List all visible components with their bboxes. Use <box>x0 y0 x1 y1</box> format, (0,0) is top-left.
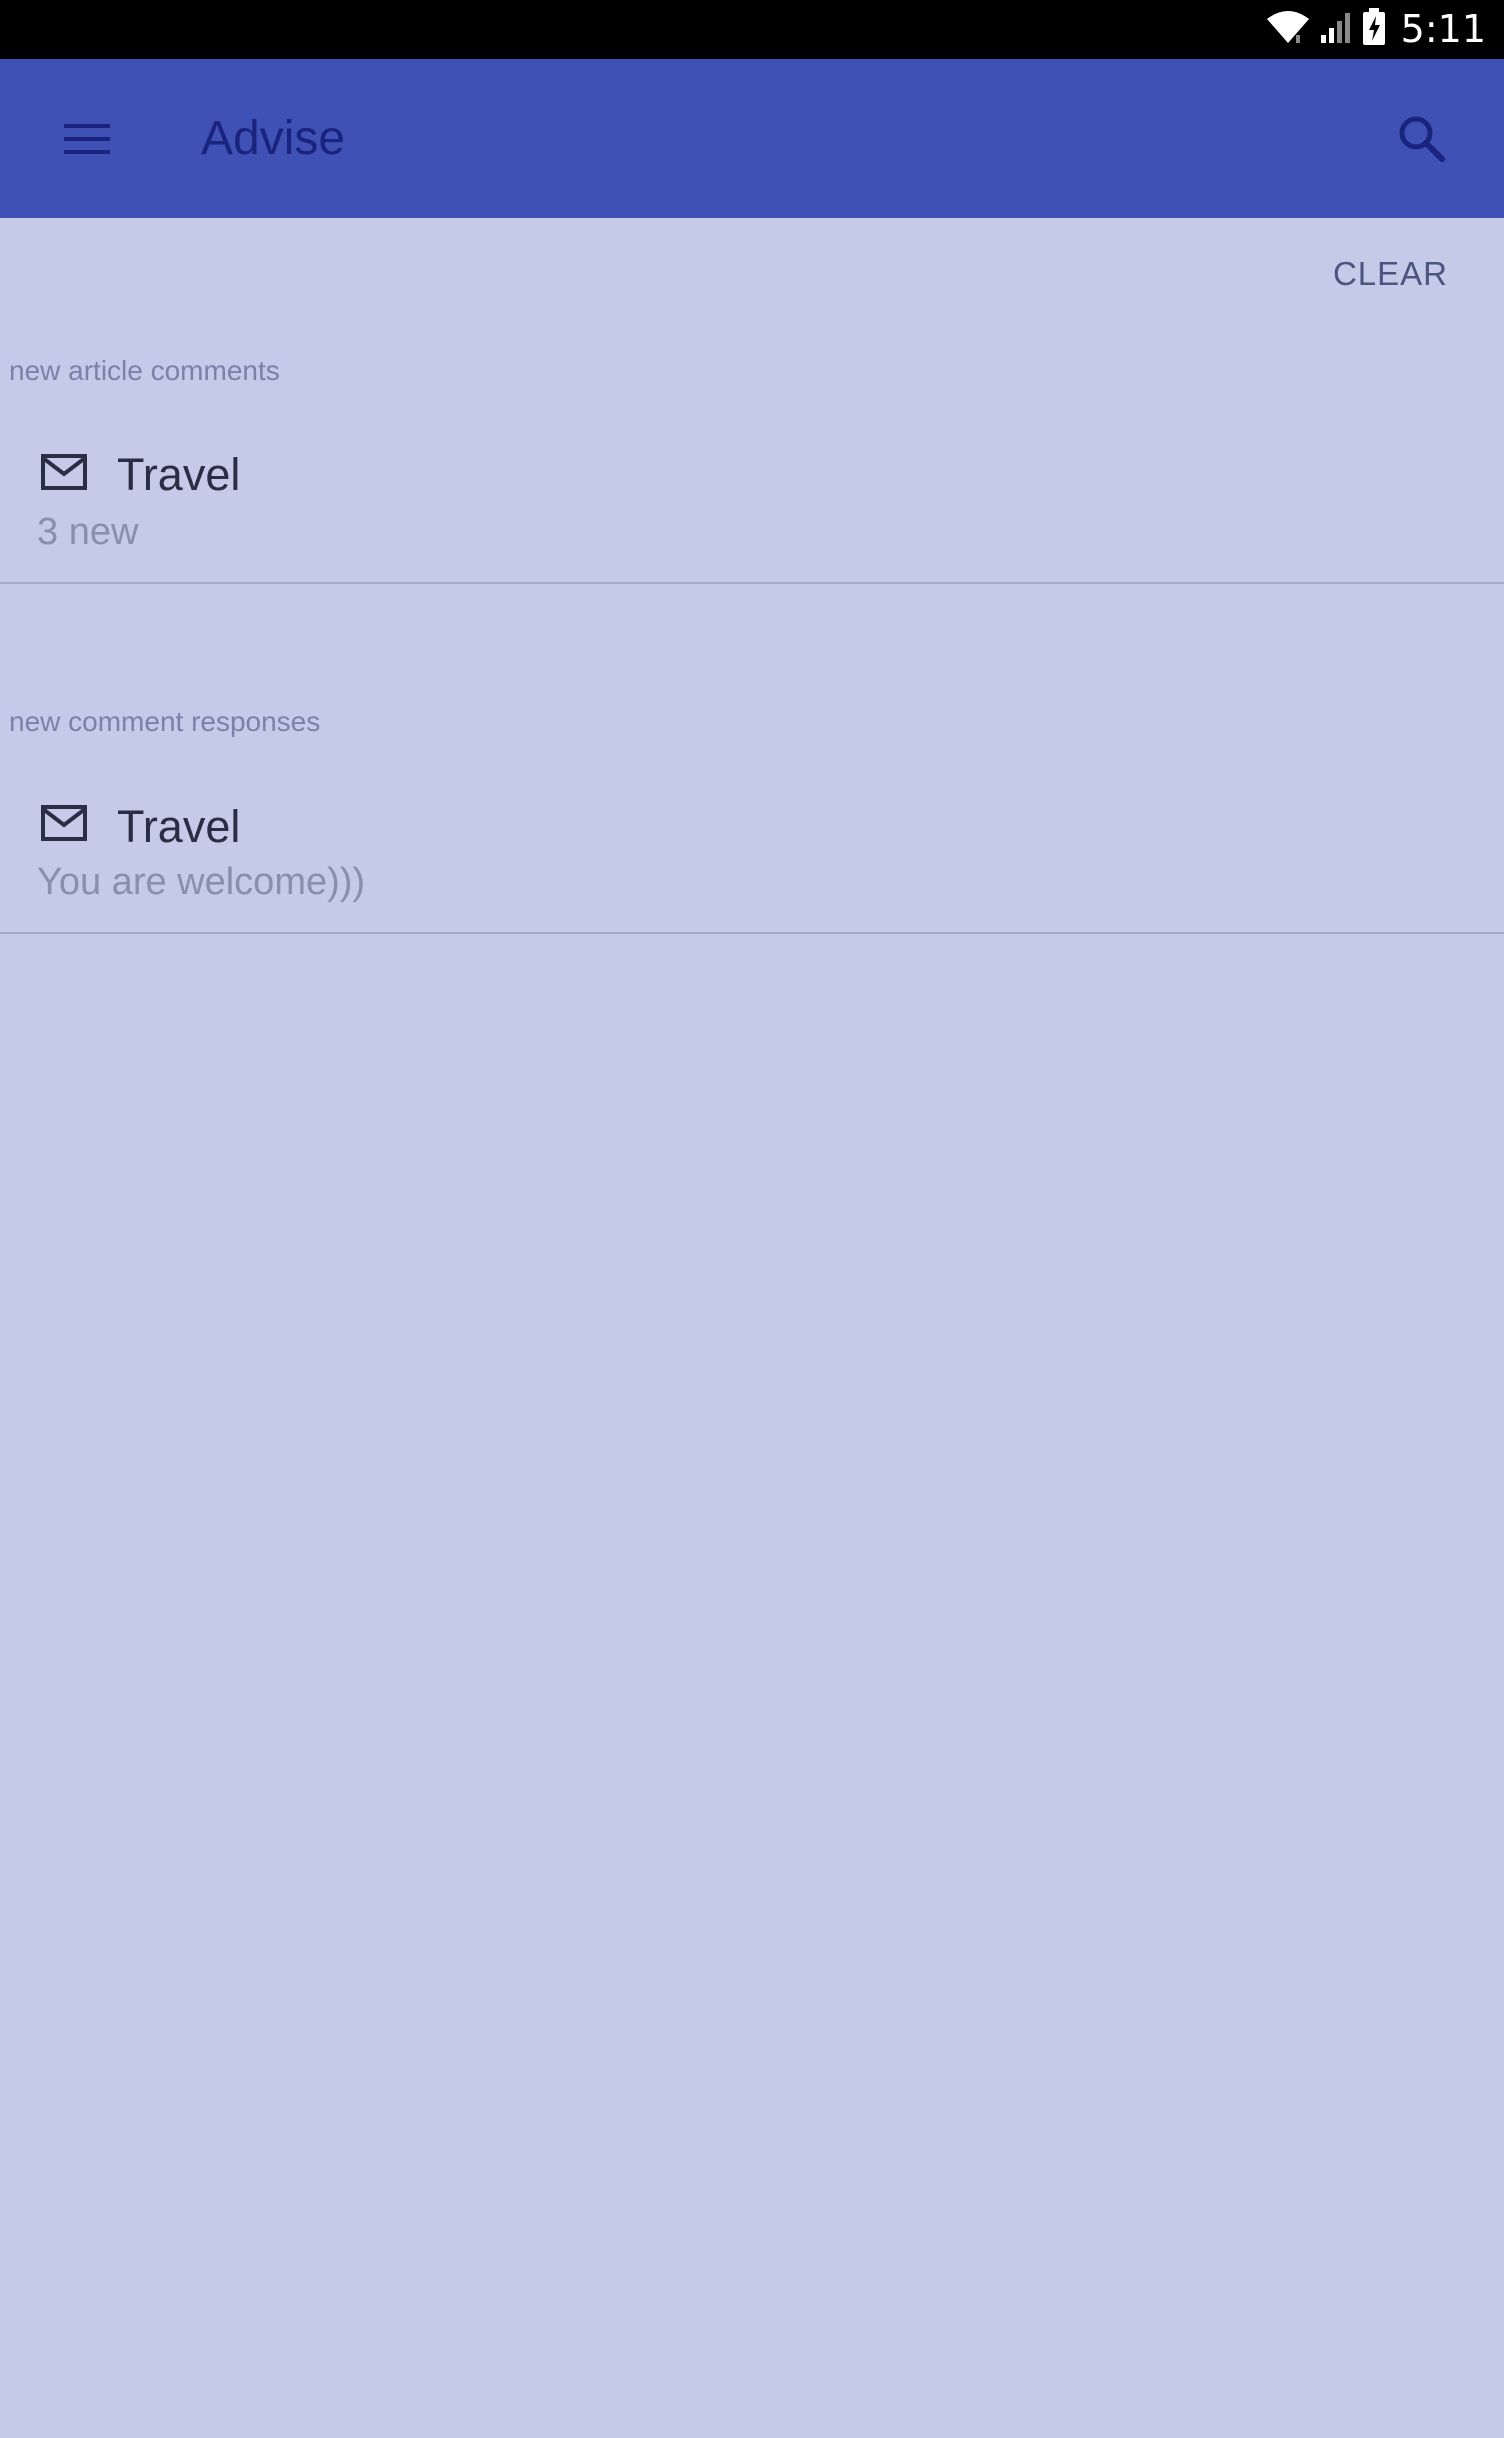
battery-charging-icon <box>1361 7 1387 52</box>
item-title: Travel <box>117 801 241 852</box>
status-icons: 5:11 <box>1265 0 1486 59</box>
app-title: Advise <box>201 112 346 165</box>
mail-icon <box>40 804 88 842</box>
item-subtitle: You are welcome))) <box>37 861 366 903</box>
section-header-comment-responses: new comment responses <box>9 706 321 737</box>
app-bar: Advise <box>0 59 1504 218</box>
section-header-article-comments: new article comments <box>9 355 280 386</box>
clear-button[interactable]: CLEAR <box>1333 255 1448 293</box>
menu-icon[interactable] <box>62 118 114 162</box>
list-item[interactable]: Travel 3 new <box>0 431 1504 584</box>
status-bar: 5:11 <box>0 0 1504 59</box>
item-subtitle: 3 new <box>37 511 139 553</box>
item-title: Travel <box>117 449 241 500</box>
search-icon[interactable] <box>1395 112 1449 166</box>
mail-icon <box>40 453 88 491</box>
wifi-icon <box>1265 9 1311 50</box>
signal-icon <box>1319 9 1353 50</box>
status-time: 5:11 <box>1400 7 1486 51</box>
list-item[interactable]: Travel You are welcome))) <box>0 781 1504 934</box>
